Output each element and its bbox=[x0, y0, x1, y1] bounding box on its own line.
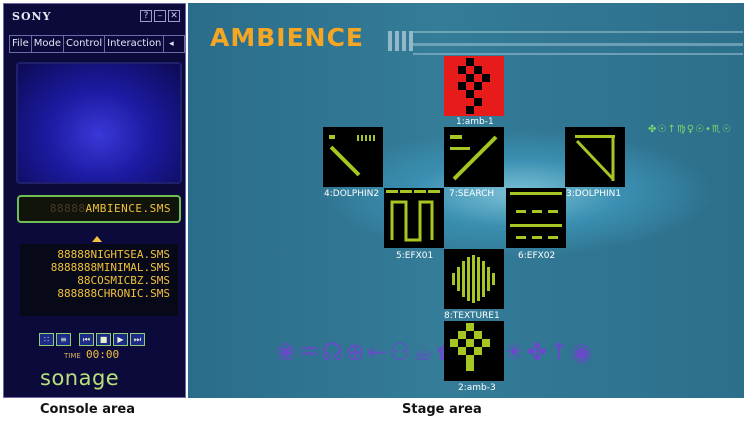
sound-tile-texture1[interactable] bbox=[444, 249, 504, 309]
checker-pattern-icon bbox=[458, 58, 490, 114]
decor-stripe bbox=[413, 31, 743, 33]
visualizer-screen bbox=[16, 62, 182, 184]
next-button[interactable]: ⏭ bbox=[130, 333, 145, 346]
list-view-icon[interactable]: ≡ bbox=[56, 333, 71, 346]
decor-stripe bbox=[413, 53, 743, 55]
current-file-name: AMBIENCE.SMS bbox=[85, 202, 171, 215]
tile-label: 5:EFX01 bbox=[396, 251, 434, 261]
tile-label: 6:EFX02 bbox=[518, 251, 556, 261]
menu-interaction[interactable]: Interaction bbox=[105, 36, 165, 52]
tile-label: 2:amb-3 bbox=[458, 383, 496, 393]
title-decoration bbox=[388, 31, 413, 51]
diagonal-line-icon bbox=[329, 135, 375, 177]
sonage-logo: sonage bbox=[40, 366, 120, 390]
square-wave-icon bbox=[386, 190, 440, 242]
sony-logo: SONY bbox=[12, 10, 52, 23]
playlist-item[interactable]: 88888NIGHTSEA.SMS bbox=[20, 248, 170, 261]
previous-button[interactable]: ⏮ bbox=[79, 333, 94, 346]
stage-panel: AMBIENCE ✤☉↑♍♀☉•♏☉ ❀♒☊⊕←⚇☕✿◐❁☀✤↑◉ 1:amb-… bbox=[188, 3, 744, 398]
menu-mode[interactable]: Mode bbox=[32, 36, 64, 52]
sound-tile-efx01[interactable] bbox=[384, 188, 444, 248]
sound-tile-amb-1[interactable] bbox=[444, 56, 504, 116]
console-caption: Console area bbox=[40, 402, 135, 417]
checker-pattern-icon bbox=[450, 323, 490, 371]
window-buttons: ? – ✕ bbox=[140, 10, 180, 22]
stage-caption: Stage area bbox=[402, 402, 482, 417]
playlist-item[interactable]: 8888888MINIMAL.SMS bbox=[20, 261, 170, 274]
playlist: 88888NIGHTSEA.SMS 8888888MINIMAL.SMS 88C… bbox=[20, 244, 178, 316]
symbol-strip-small: ✤☉↑♍♀☉•♏☉ bbox=[648, 124, 732, 135]
stage-title: AMBIENCE bbox=[210, 23, 365, 52]
grid-view-icon[interactable]: ∷ bbox=[39, 333, 54, 346]
diagonal-line-icon bbox=[575, 135, 615, 181]
diagonal-line-icon bbox=[450, 135, 498, 181]
tile-label: 4:DOLPHIN2 bbox=[324, 189, 380, 199]
sound-tile-amb-3[interactable] bbox=[444, 321, 504, 381]
playlist-item[interactable]: 888888CHRONIC.SMS bbox=[20, 287, 170, 300]
sound-tile-search[interactable] bbox=[444, 127, 504, 187]
time-display: 00:00 bbox=[86, 348, 120, 361]
sound-tile-efx02[interactable] bbox=[506, 188, 566, 248]
menu-scroll-left-icon[interactable]: ◂ bbox=[164, 36, 178, 52]
minimize-button[interactable]: – bbox=[154, 10, 166, 22]
menu-control[interactable]: Control bbox=[64, 36, 106, 52]
play-button[interactable]: ▶ bbox=[113, 333, 128, 346]
playlist-item[interactable]: 88COSMICBZ.SMS bbox=[20, 274, 170, 287]
tile-label: 3:DOLPHIN1 bbox=[566, 189, 622, 199]
sound-tile-dolphin2[interactable] bbox=[323, 127, 383, 187]
decor-stripe bbox=[413, 43, 743, 46]
dashed-lines-icon bbox=[510, 192, 562, 239]
waveform-ellipse-icon bbox=[452, 255, 495, 303]
close-button[interactable]: ✕ bbox=[168, 10, 180, 22]
lcd-padding: 88888 bbox=[49, 202, 86, 215]
symbol-strip-bottom: ❀♒☊⊕←⚇☕✿◐❁☀✤↑◉ bbox=[276, 338, 595, 366]
tile-label: 7:SEARCH bbox=[449, 189, 495, 199]
menu-bar: File Mode Control Interaction ◂ bbox=[9, 35, 185, 53]
transport-controls: ∷ ≡ ⏮ ■ ▶ ⏭ bbox=[39, 333, 145, 346]
menu-file[interactable]: File bbox=[10, 36, 32, 52]
current-file-display: 88888AMBIENCE.SMS bbox=[17, 195, 181, 223]
stop-button[interactable]: ■ bbox=[96, 333, 111, 346]
playlist-up-arrow-icon[interactable] bbox=[92, 236, 102, 242]
time-label: TIME bbox=[64, 352, 81, 360]
sound-tile-dolphin1[interactable] bbox=[565, 127, 625, 187]
help-button[interactable]: ? bbox=[140, 10, 152, 22]
